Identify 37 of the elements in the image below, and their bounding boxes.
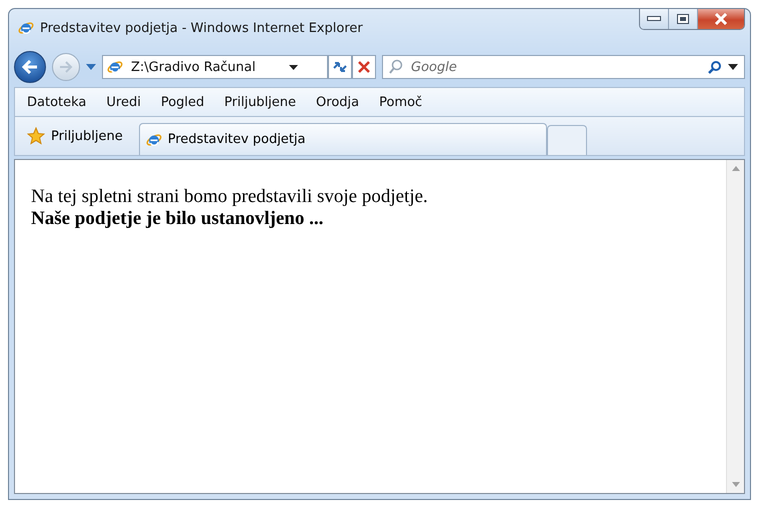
search-field[interactable]: Google: [409, 58, 702, 76]
address-bar[interactable]: Z:\Gradivo Računal: [102, 55, 328, 79]
tab-icon: [146, 132, 162, 148]
maximize-button[interactable]: [669, 9, 698, 29]
arrow-left-icon: [22, 60, 38, 74]
star-icon: [27, 127, 45, 145]
browser-tab[interactable]: Predstavitev podjetja: [138, 123, 547, 155]
page-paragraph: Na tej spletni strani bomo predstavili svoje podjetje.: [31, 186, 429, 208]
menu-item[interactable]: Pogled: [160, 94, 204, 110]
menu-item[interactable]: Uredi: [106, 94, 141, 110]
back-button[interactable]: [14, 51, 46, 83]
window-title: Predstavitev podjetja - Windows Internet Explorer: [40, 20, 364, 36]
stop-button[interactable]: [352, 55, 376, 79]
menu-item[interactable]: Orodja: [316, 94, 360, 110]
favorites-button[interactable]: Priljubljene: [21, 123, 129, 149]
minimize-icon: [647, 16, 661, 22]
refresh-button[interactable]: [328, 55, 352, 79]
stop-icon: [358, 61, 370, 73]
address-field[interactable]: Z:\Gradivo Računal: [129, 58, 283, 76]
minimize-button[interactable]: [640, 9, 669, 29]
arrow-right-icon: [59, 61, 73, 73]
menu-item[interactable]: Pomoč: [379, 94, 422, 110]
page-icon: [107, 59, 123, 75]
magnifier-icon: [389, 59, 403, 75]
menu-item[interactable]: Priljubljene: [224, 94, 296, 110]
search-icon[interactable]: [708, 60, 722, 74]
close-button[interactable]: [698, 9, 744, 29]
close-icon: [714, 13, 728, 25]
maximize-icon: [677, 14, 689, 24]
history-dropdown-icon[interactable]: [86, 64, 96, 70]
caret-icon[interactable]: [289, 64, 298, 70]
search-box[interactable]: Google: [382, 55, 745, 79]
menu-item[interactable]: Datoteka: [27, 94, 86, 110]
refresh-arrows-icon: [332, 60, 348, 74]
browser-logo-icon: [18, 20, 34, 36]
page-bold-line: Naše podjetje je bilo ustanovljeno ...: [31, 208, 324, 230]
caret-icon[interactable]: [728, 64, 738, 70]
